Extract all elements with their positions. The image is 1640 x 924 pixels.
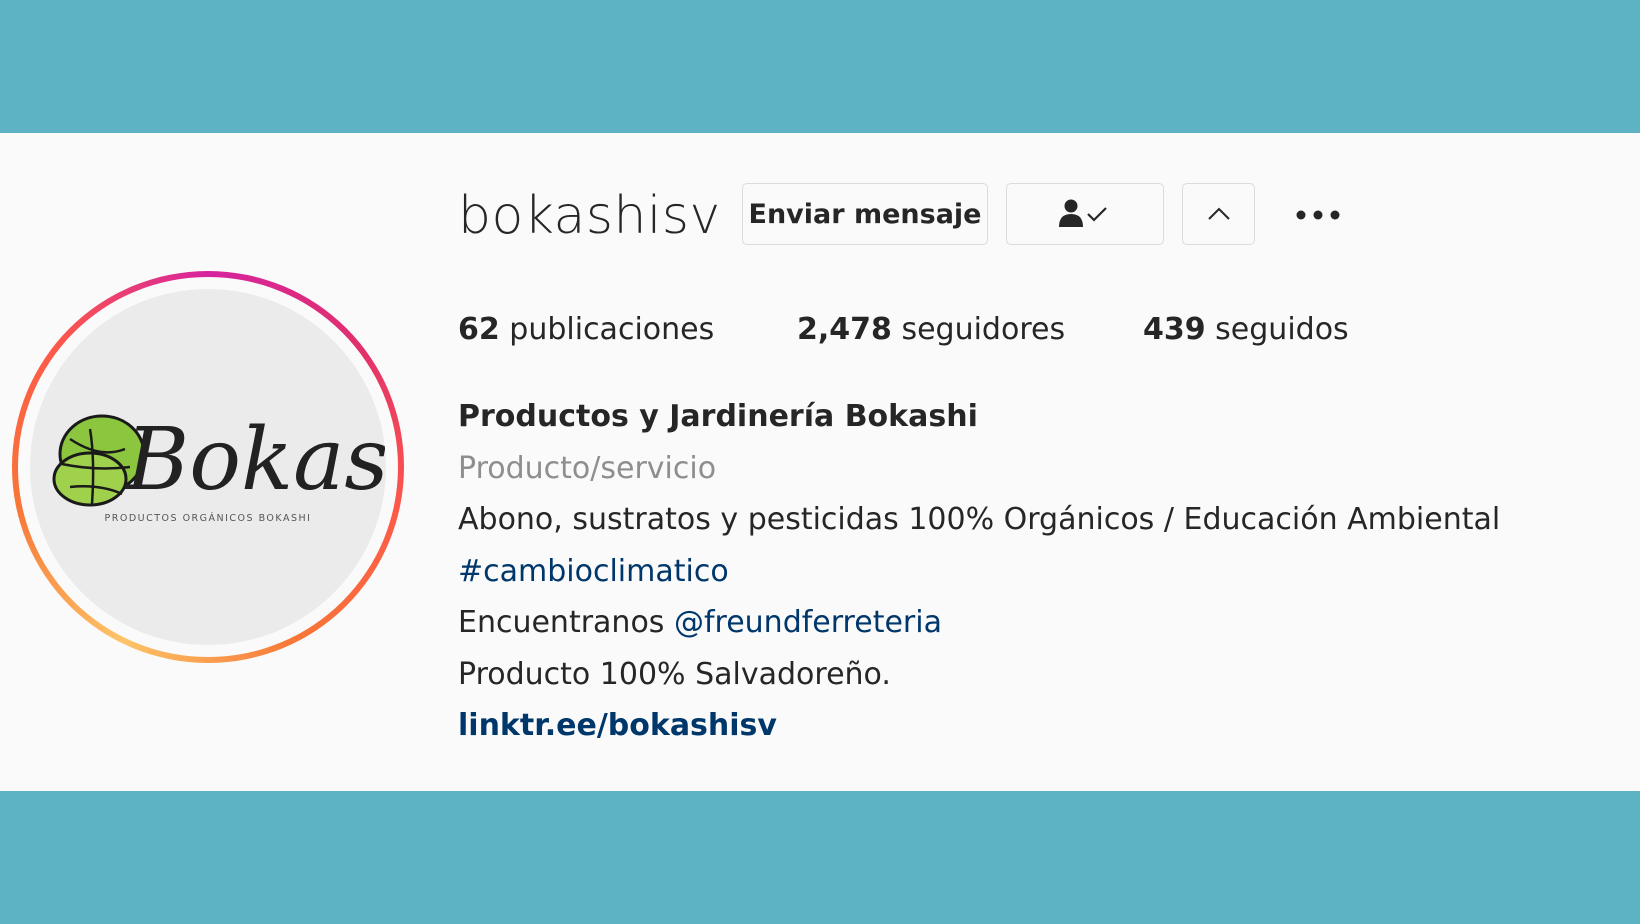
followers-count: 2,478 [797, 312, 892, 347]
logo-subtitle: PRODUCTOS ORGÁNICOS BOKASHI [105, 512, 312, 524]
more-horizontal-icon [1296, 210, 1340, 220]
user-check-icon [1059, 199, 1107, 227]
send-message-button[interactable]: Enviar mensaje [742, 183, 988, 245]
logo-text: Bokashi [124, 410, 386, 510]
username: bokashisv [458, 186, 721, 246]
mention-link[interactable]: @freundferreteria [674, 605, 942, 640]
following-stat[interactable]: 439 seguidos [1143, 308, 1349, 352]
chevron-up-icon [1207, 207, 1230, 220]
hashtag-link[interactable]: #cambioclimatico [458, 552, 729, 592]
category-label: Producto/servicio [458, 451, 717, 486]
posts-stat: 62 publicaciones [458, 308, 714, 352]
top-band [0, 0, 1640, 133]
external-link[interactable]: linktr.ee/bokashisv [458, 706, 777, 746]
bottom-band [0, 791, 1640, 924]
bio-text: Abono, sustratos y pesticidas 100% Orgán… [458, 502, 1501, 537]
bokashi-logo: Bokashi PRODUCTOS ORGÁNICOS BOKASHI [52, 410, 386, 524]
followers-label: seguidores [901, 312, 1066, 347]
bio-origin-text: Producto 100% Salvadoreño. [458, 657, 891, 692]
following-button[interactable] [1006, 183, 1164, 245]
posts-label: publicaciones [509, 312, 715, 347]
avatar[interactable]: Bokashi PRODUCTOS ORGÁNICOS BOKASHI [12, 271, 404, 663]
suggestions-button[interactable] [1182, 183, 1255, 245]
following-label: seguidos [1215, 312, 1349, 347]
options-button[interactable] [1290, 194, 1346, 236]
full-name: Productos y Jardinería Bokashi [458, 399, 978, 434]
find-us-text: Encuentranos [458, 605, 674, 640]
following-count: 439 [1143, 312, 1206, 347]
posts-count: 62 [458, 312, 500, 347]
followers-stat[interactable]: 2,478 seguidores [797, 308, 1065, 352]
avatar-image: Bokashi PRODUCTOS ORGÁNICOS BOKASHI [30, 289, 386, 645]
bio-find-us: Encuentranos @freundferreteria [458, 603, 942, 643]
